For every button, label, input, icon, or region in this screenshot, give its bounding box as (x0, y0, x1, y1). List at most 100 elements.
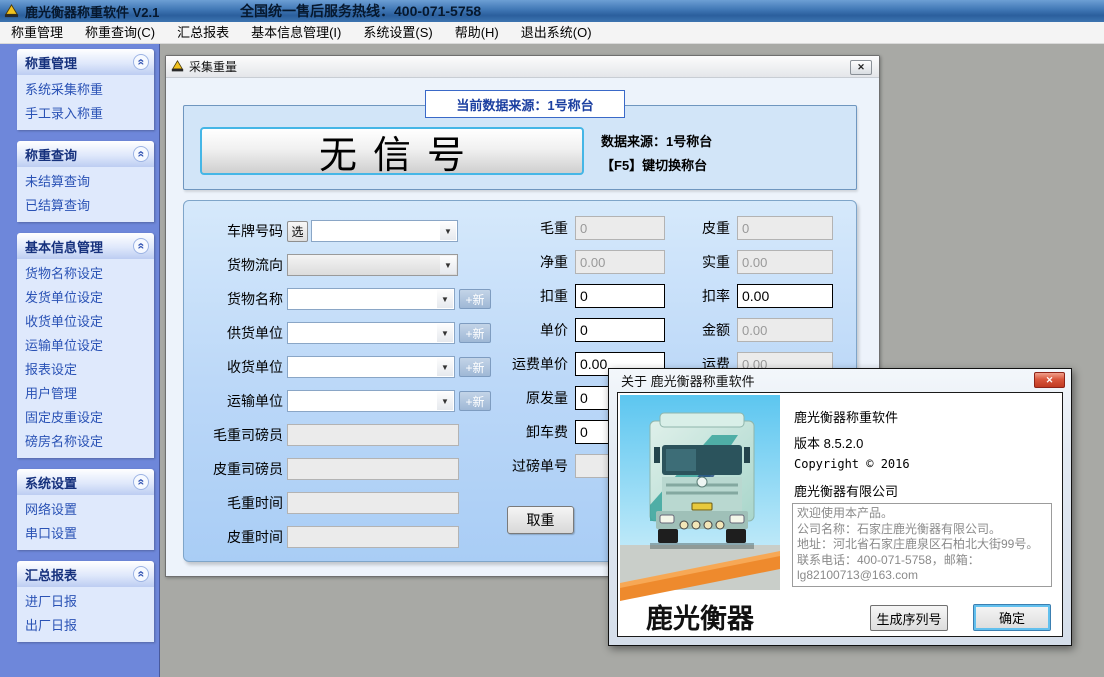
svg-text:鹿光衡器: 鹿光衡器 (646, 603, 755, 634)
deduct-rate-field[interactable] (737, 284, 833, 308)
unit-price-label: 单价 (470, 320, 568, 340)
sidebar-group-header[interactable]: 基本信息管理 « (17, 233, 154, 259)
menu-help[interactable]: 帮助(H) (444, 22, 510, 43)
ticket-number-label: 过磅单号 (470, 456, 568, 476)
sidebar-group-header[interactable]: 系统设置 « (17, 469, 154, 495)
close-icon[interactable]: ✕ (1034, 372, 1065, 388)
sidebar-item-settled-query[interactable]: 已结算查询 (25, 194, 154, 218)
sidebar-group-basic-info: 基本信息管理 « 货物名称设定 发货单位设定 收货单位设定 运输单位设定 报表设… (17, 233, 154, 458)
sidebar-group-header[interactable]: 汇总报表 « (17, 561, 154, 587)
take-weight-button[interactable]: 取重 (507, 506, 574, 534)
sidebar-item-user-mgmt[interactable]: 用户管理 (25, 382, 154, 406)
supplier-combo[interactable]: ▼ (287, 322, 455, 344)
capture-window-titlebar: 采集重量 ✕ (166, 56, 879, 78)
truck-image: 鹿光衡器 (620, 395, 780, 634)
sidebar-item-scale-house[interactable]: 磅房名称设定 (25, 430, 154, 454)
info-line: 地址：河北省石家庄鹿泉区石柏北大街99号。 (797, 537, 1047, 553)
supplier-label: 供货单位 (183, 323, 283, 343)
chevron-up-icon[interactable]: « (133, 146, 149, 162)
sidebar-item-network[interactable]: 网络设置 (25, 498, 154, 522)
gross-operator-label: 毛重司磅员 (183, 425, 283, 445)
menu-exit[interactable]: 退出系统(O) (510, 22, 603, 43)
plate-number-combo[interactable]: ▼ (311, 220, 458, 242)
tare-time-label: 皮重时间 (183, 527, 283, 547)
chevron-up-icon[interactable]: « (133, 566, 149, 582)
capture-window-icon (171, 60, 184, 73)
transporter-label: 运输单位 (183, 391, 283, 411)
menu-bar: 称重管理 称重查询(C) 汇总报表 基本信息管理(I) 系统设置(S) 帮助(H… (0, 22, 1104, 44)
sidebar-group-header[interactable]: 称重管理 « (17, 49, 154, 75)
tare-operator-field[interactable] (287, 458, 459, 480)
goods-name-combo[interactable]: ▼ (287, 288, 455, 310)
sidebar-item-fixed-tare[interactable]: 固定皮重设定 (25, 406, 154, 430)
info-line: 联系电话：400-071-5758，邮箱： (797, 553, 1047, 569)
net-weight-label: 净重 (470, 252, 568, 272)
chevron-down-icon[interactable]: ▼ (440, 256, 456, 274)
source-banner: 当前数据来源：1号称台 (425, 90, 625, 118)
menu-weighing[interactable]: 称重管理 (0, 22, 74, 43)
info-line: 欢迎使用本产品。 (797, 506, 1047, 522)
generate-serial-button[interactable]: 生成序列号 (870, 605, 948, 631)
desktop: 鹿光衡器称重软件 V2.1 全国统一售后服务热线：400-071-5758 称重… (0, 0, 1104, 677)
form-right-column: 皮重 实重 扣率 金额 运费 (655, 216, 833, 376)
weight-display: 无信号 (200, 127, 584, 175)
chevron-down-icon[interactable]: ▼ (440, 222, 456, 240)
sidebar-item-transporter[interactable]: 运输单位设定 (25, 334, 154, 358)
actual-weight-label: 实重 (655, 252, 730, 272)
sidebar-group-title: 称重管理 (25, 53, 77, 72)
capture-window-title: 采集重量 (189, 58, 237, 75)
sidebar-group-system: 系统设置 « 网络设置 串口设置 (17, 469, 154, 550)
menu-reports[interactable]: 汇总报表 (166, 22, 240, 43)
amount-field[interactable] (737, 318, 833, 342)
chevron-up-icon[interactable]: « (133, 54, 149, 70)
sidebar-item-receiver[interactable]: 收货单位设定 (25, 310, 154, 334)
gross-weight-label: 毛重 (470, 218, 568, 238)
sidebar-item-goods-name[interactable]: 货物名称设定 (25, 262, 154, 286)
unit-price-field[interactable] (575, 318, 665, 342)
gross-weight-field[interactable] (575, 216, 665, 240)
sidebar-group-title: 基本信息管理 (25, 237, 103, 256)
gross-time-label: 毛重时间 (183, 493, 283, 513)
sidebar-item-shipper[interactable]: 发货单位设定 (25, 286, 154, 310)
receiver-combo[interactable]: ▼ (287, 356, 455, 378)
sidebar-item-unsettled-query[interactable]: 未结算查询 (25, 170, 154, 194)
company-name: 鹿光衡器有限公司 (794, 481, 898, 500)
sidebar-item-report-setting[interactable]: 报表设定 (25, 358, 154, 382)
chevron-down-icon[interactable]: ▼ (437, 324, 453, 342)
info-line: lg82100713@163.com (797, 568, 1047, 584)
transporter-combo[interactable]: ▼ (287, 390, 455, 412)
sidebar-item-manual-entry[interactable]: 手工录入称重 (25, 102, 154, 126)
tare-weight-field[interactable] (737, 216, 833, 240)
chevron-down-icon[interactable]: ▼ (437, 290, 453, 308)
sidebar-item-inbound-daily[interactable]: 进厂日报 (25, 590, 154, 614)
actual-weight-field[interactable] (737, 250, 833, 274)
gross-time-field[interactable] (287, 492, 459, 514)
deduct-weight-field[interactable] (575, 284, 665, 308)
goods-flow-label: 货物流向 (183, 255, 283, 275)
menu-basic-info[interactable]: 基本信息管理(I) (240, 22, 352, 43)
tare-weight-label: 皮重 (655, 218, 730, 238)
close-icon[interactable]: ✕ (850, 60, 872, 75)
sidebar-group-header[interactable]: 称重查询 « (17, 141, 154, 167)
sidebar-group-reports: 汇总报表 « 进厂日报 出厂日报 (17, 561, 154, 642)
goods-flow-combo[interactable]: ▼ (287, 254, 458, 276)
net-weight-field[interactable] (575, 250, 665, 274)
sidebar-item-outbound-daily[interactable]: 出厂日报 (25, 614, 154, 638)
tare-time-field[interactable] (287, 526, 459, 548)
about-dialog-title: 关于 鹿光衡器称重软件 (609, 369, 1071, 392)
app-logo-icon (4, 4, 19, 19)
chevron-down-icon[interactable]: ▼ (437, 358, 453, 376)
chevron-down-icon[interactable]: ▼ (437, 392, 453, 410)
chevron-up-icon[interactable]: « (133, 474, 149, 490)
gross-operator-field[interactable] (287, 424, 459, 446)
menu-settings[interactable]: 系统设置(S) (352, 22, 443, 43)
sidebar-item-serial-port[interactable]: 串口设置 (25, 522, 154, 546)
plate-select-button[interactable]: 选 (287, 221, 308, 242)
chevron-up-icon[interactable]: « (133, 238, 149, 254)
sidebar-item-system-capture[interactable]: 系统采集称重 (25, 78, 154, 102)
deduct-weight-label: 扣重 (470, 286, 568, 306)
sidebar: 称重管理 « 系统采集称重 手工录入称重 称重查询 « 未结算查询 已结算查询 … (0, 44, 160, 677)
ok-button[interactable]: 确定 (973, 604, 1051, 631)
deduct-rate-label: 扣率 (655, 286, 730, 306)
menu-query[interactable]: 称重查询(C) (74, 22, 166, 43)
